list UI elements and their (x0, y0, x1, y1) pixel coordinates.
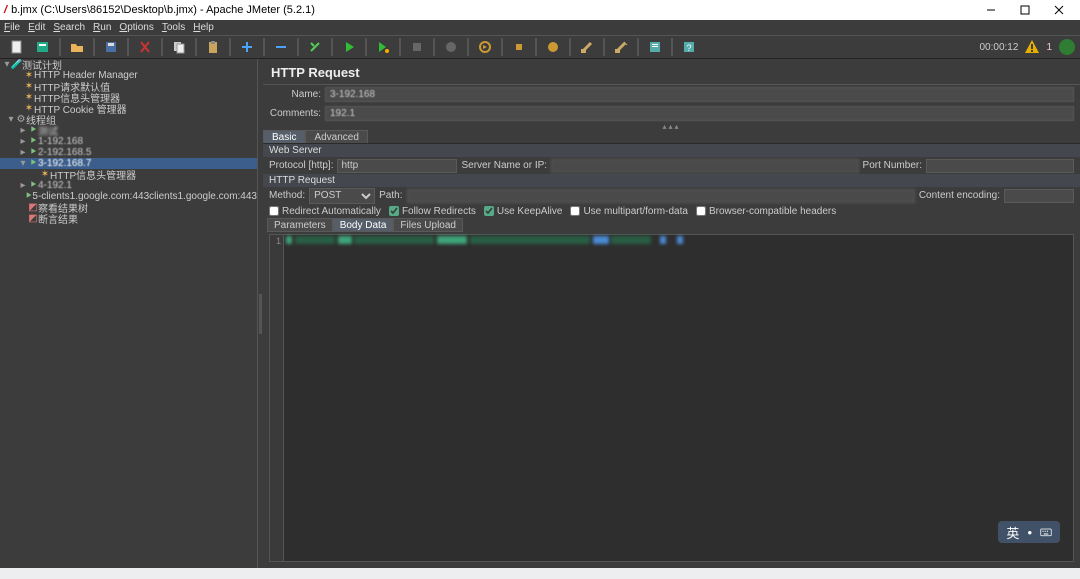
sampler-icon: ⯈ (28, 125, 38, 136)
templates-button[interactable] (30, 36, 56, 58)
menu-options[interactable]: Options (119, 22, 153, 33)
ime-lang: 英 (1006, 523, 1019, 542)
sampler-icon: ⯈ (28, 136, 38, 147)
sampler-icon: ⯈ (28, 180, 38, 191)
server-input[interactable] (551, 159, 858, 173)
toolbar: ? 00:00:12 1 (0, 35, 1080, 59)
name-input[interactable]: 3-192.168 (325, 87, 1074, 102)
toggle-button[interactable] (302, 36, 328, 58)
clear-all-button[interactable] (608, 36, 634, 58)
menu-search[interactable]: Search (53, 22, 85, 33)
start-button[interactable] (336, 36, 362, 58)
remote-stop-button[interactable] (506, 36, 532, 58)
editor-panel: HTTP Request Name: 3-192.168 Comments: 1… (263, 59, 1080, 568)
save-button[interactable] (98, 36, 124, 58)
tab-basic[interactable]: Basic (263, 130, 305, 143)
gear-icon: ⚙ (16, 114, 26, 125)
config-icon: ✶ (40, 169, 50, 180)
protocol-label: Protocol [http]: (269, 160, 333, 171)
encoding-label: Content encoding: (919, 190, 1000, 201)
maximize-button[interactable] (1008, 0, 1042, 20)
comments-label: Comments: (269, 108, 321, 119)
main-panel: ▾🧪测试计划 ✶HTTP Header Manager ✶HTTP请求默认值 ✶… (0, 59, 1080, 568)
sampler-icon: ⯈ (28, 147, 38, 158)
tab-body-data[interactable]: Body Data (333, 218, 394, 232)
port-input[interactable] (926, 159, 1074, 173)
cb-follow-redirects[interactable]: Follow Redirects (389, 206, 476, 217)
menu-tools[interactable]: Tools (162, 22, 185, 33)
section-http-request: HTTP Request (263, 174, 1080, 187)
ime-dot-icon: • (1027, 525, 1032, 540)
status-bar (0, 568, 1080, 579)
copy-button[interactable] (166, 36, 192, 58)
body-tabs: Parameters Body Data Files Upload (263, 218, 1080, 232)
method-select[interactable]: POST (309, 188, 375, 204)
menu-edit[interactable]: Edit (28, 22, 45, 33)
collapse-button[interactable] (268, 36, 294, 58)
cb-redirect-auto[interactable]: Redirect Automatically (269, 206, 381, 217)
method-label: Method: (269, 190, 305, 201)
warning-icon[interactable] (1024, 39, 1040, 55)
ime-keyboard-icon (1040, 526, 1052, 538)
open-button[interactable] (64, 36, 90, 58)
flask-icon: 🧪 (12, 59, 22, 70)
server-label: Server Name or IP: (461, 160, 547, 171)
sampler-icon: ⯈ (24, 191, 32, 202)
new-button[interactable] (4, 36, 30, 58)
elapsed-timer: 00:00:12 (980, 42, 1019, 53)
clear-button[interactable] (574, 36, 600, 58)
drag-handle-icon[interactable]: ▴▴▴ (263, 123, 1080, 130)
name-label: Name: (269, 89, 321, 100)
thread-status-icon (1058, 38, 1076, 56)
search-tree-button[interactable] (642, 36, 668, 58)
warning-count: 1 (1046, 42, 1052, 53)
close-button[interactable] (1042, 0, 1076, 20)
cut-button[interactable] (132, 36, 158, 58)
body-text-line (286, 236, 1069, 246)
title-bar: / b.jmx (C:\Users\86152\Desktop\b.jmx) -… (0, 0, 1080, 20)
minimize-button[interactable] (974, 0, 1008, 20)
basic-advanced-tabs: Basic Advanced (263, 130, 1080, 144)
stop-button[interactable] (404, 36, 430, 58)
window-title: b.jmx (C:\Users\86152\Desktop\b.jmx) - A… (11, 4, 315, 16)
app-logo-icon: / (4, 4, 7, 16)
expand-button[interactable] (234, 36, 260, 58)
comments-input[interactable]: 192.1 (325, 106, 1074, 121)
menu-help[interactable]: Help (193, 22, 214, 33)
start-no-pause-button[interactable] (370, 36, 396, 58)
shutdown-button[interactable] (438, 36, 464, 58)
menu-bar: File Edit Search Run Options Tools Help (0, 20, 1080, 35)
ime-indicator[interactable]: 英 • (998, 521, 1060, 543)
listener-icon: ◩ (28, 213, 38, 224)
path-label: Path: (379, 190, 402, 201)
body-data-editor[interactable]: 1 (269, 234, 1074, 562)
cb-keepalive[interactable]: Use KeepAlive (484, 206, 563, 217)
line-gutter: 1 (270, 235, 284, 561)
tab-files-upload[interactable]: Files Upload (393, 218, 463, 232)
listener-icon: ◩ (28, 202, 38, 213)
sampler-icon: ⯈ (28, 158, 38, 169)
config-icon: ✶ (24, 70, 34, 81)
section-web-server: Web Server (263, 144, 1080, 157)
menu-run[interactable]: Run (93, 22, 111, 33)
path-input[interactable] (407, 189, 915, 203)
tab-parameters[interactable]: Parameters (267, 218, 333, 232)
protocol-input[interactable] (337, 159, 457, 173)
paste-button[interactable] (200, 36, 226, 58)
editor-title: HTTP Request (263, 59, 1080, 85)
cb-multipart[interactable]: Use multipart/form-data (570, 206, 687, 217)
svg-text:?: ? (686, 43, 691, 53)
port-label: Port Number: (863, 160, 922, 171)
encoding-input[interactable] (1004, 189, 1074, 203)
config-icon: ✶ (24, 81, 34, 92)
config-icon: ✶ (24, 92, 34, 103)
cb-browser-headers[interactable]: Browser-compatible headers (696, 206, 836, 217)
test-plan-tree[interactable]: ▾🧪测试计划 ✶HTTP Header Manager ✶HTTP请求默认值 ✶… (0, 59, 258, 568)
function-helper-button[interactable]: ? (676, 36, 702, 58)
menu-file[interactable]: File (4, 22, 20, 33)
remote-start-button[interactable] (472, 36, 498, 58)
tab-advanced[interactable]: Advanced (305, 130, 367, 143)
remote-shutdown-button[interactable] (540, 36, 566, 58)
